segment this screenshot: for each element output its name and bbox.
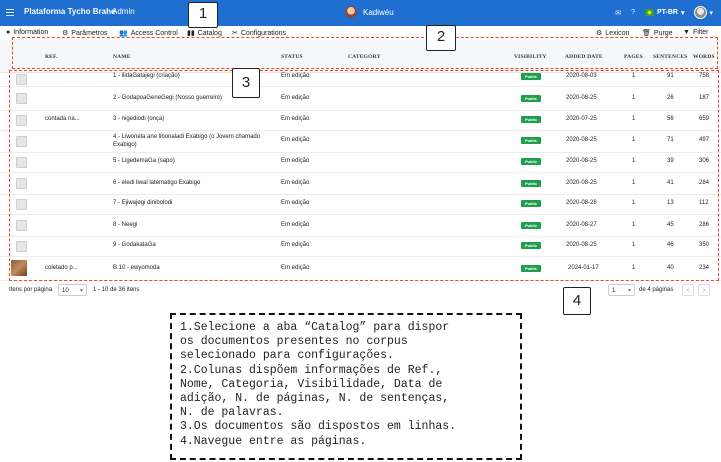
- filter-label: Filter: [692, 29, 709, 36]
- tab-label: Configurations: [240, 29, 287, 37]
- tab-label: Access Control: [130, 29, 178, 37]
- purge-button[interactable]: 🗑 Purge: [642, 29, 673, 38]
- corpus-user: Kadiwéu: [345, 6, 394, 18]
- users-icon: 👥: [119, 30, 128, 37]
- brazil-flag-icon: [644, 9, 654, 16]
- chevron-down-icon: ▾: [79, 288, 83, 294]
- corpus-avatar: [345, 6, 357, 18]
- tab-label: Catalog: [197, 29, 222, 37]
- trash-icon: 🗑: [642, 30, 651, 37]
- lexicon-button[interactable]: ⚙ Lexicon: [596, 29, 630, 38]
- per-page-label: Itens por página: [9, 287, 53, 293]
- lexicon-label: Lexicon: [605, 29, 630, 37]
- user-avatar: [694, 6, 708, 19]
- annotation-marker-3: 3: [232, 68, 260, 98]
- annotation-region-rows: [9, 70, 719, 281]
- book-icon: ▮▮: [187, 30, 195, 37]
- page-count: de 4 páginas: [639, 287, 674, 293]
- tab-parametros[interactable]: ⚙ Parâmetros: [62, 29, 108, 38]
- corpus-name: Kadiwéu: [363, 7, 394, 17]
- prev-page-button[interactable]: ‹: [682, 284, 694, 296]
- user-menu[interactable]: ▾: [694, 6, 713, 19]
- mail-icon[interactable]: ✉: [615, 9, 621, 17]
- page-select[interactable]: 1 ▾: [608, 284, 635, 296]
- tab-configurations[interactable]: ✂ Configurations: [232, 29, 287, 38]
- chevron-down-icon: ▾: [709, 9, 713, 17]
- per-page-value: 10: [62, 288, 69, 294]
- pagination-bar: Itens por página 10 ▾ 1 - 10 de 36 itens…: [0, 282, 721, 302]
- cogs-icon: ⚙: [596, 30, 603, 37]
- page-value: 1: [612, 288, 616, 294]
- app-brand[interactable]: Plataforma Tycho Brahe: [24, 7, 115, 16]
- tools-icon: ✂: [232, 30, 238, 37]
- tab-label: Parâmetros: [71, 29, 108, 37]
- tab-access-control[interactable]: 👥 Access Control: [119, 29, 178, 38]
- filter-icon: ▼: [683, 29, 690, 36]
- language-selector[interactable]: PT-BR ▾: [644, 9, 685, 17]
- top-bar: Plataforma Tycho Brahe Admin Kadiwéu ✉ ?…: [0, 0, 721, 26]
- topbar-actions: ✉ ? PT-BR ▾ ▾: [615, 6, 713, 19]
- cogs-icon: ⚙: [62, 30, 69, 37]
- hamburger-menu-icon[interactable]: [6, 9, 14, 17]
- annotation-marker-2: 2: [426, 25, 456, 51]
- instructions-note: 1.Selecione a aba “Catalog” para dispor …: [170, 313, 522, 460]
- next-page-button[interactable]: ›: [698, 284, 710, 296]
- tab-catalog[interactable]: ▮▮ Catalog: [187, 29, 222, 37]
- filter-button[interactable]: ▼ Filter: [683, 29, 709, 36]
- language-label: PT-BR: [656, 9, 678, 16]
- per-page-select[interactable]: 10 ▾: [58, 284, 87, 296]
- annotation-marker-1: 1: [188, 2, 218, 28]
- tab-label: Information: [13, 29, 49, 36]
- annotation-region-columns: [12, 37, 718, 69]
- help-icon[interactable]: ?: [631, 9, 635, 16]
- purge-label: Purge: [653, 29, 673, 37]
- info-icon: ●: [6, 29, 11, 36]
- chevron-down-icon: ▾: [627, 288, 631, 294]
- annotation-marker-4: 4: [563, 287, 591, 315]
- item-range: 1 - 10 de 36 itens: [93, 287, 140, 293]
- chevron-down-icon: ▾: [680, 9, 685, 17]
- tab-information[interactable]: ● Information: [6, 29, 48, 36]
- role-label: Admin: [112, 7, 135, 16]
